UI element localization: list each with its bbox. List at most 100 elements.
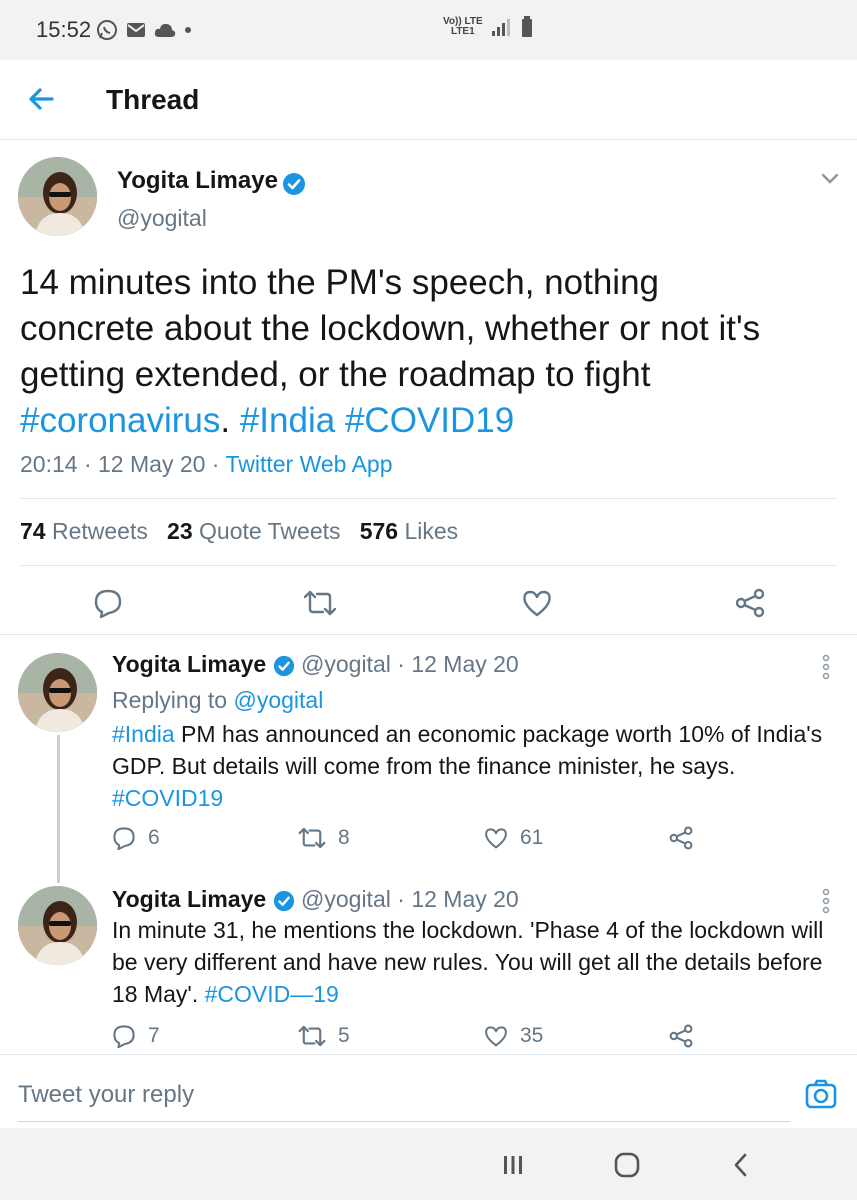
retweet-action[interactable]: 8 (298, 826, 350, 850)
quotes-count: 23 (167, 518, 193, 544)
reply-actions: 7 5 35 (112, 1024, 712, 1054)
like-action[interactable]: 61 (484, 826, 543, 850)
author-name[interactable]: Yogita Limaye (112, 886, 266, 912)
reply-icon (113, 827, 135, 850)
home-icon[interactable] (614, 1152, 640, 1178)
hashtag-link[interactable]: #India (240, 401, 335, 440)
hashtag-link[interactable]: #COVID—19 (205, 981, 339, 1007)
reply-tweet[interactable]: Yogita Limaye @yogital · 12 May 20 In mi… (0, 876, 857, 1054)
tweet-stats: 74 Retweets 23 Quote Tweets 576 Likes (20, 518, 458, 545)
verified-badge-icon (273, 655, 294, 677)
like-count: 35 (520, 1024, 544, 1047)
reply-header: Yogita Limaye @yogital · 12 May 20 (112, 651, 519, 677)
tweet-date: 12 May 20 (98, 451, 206, 477)
thread-header: Thread (0, 60, 857, 140)
tweet-text-separator: . (220, 401, 240, 440)
network-label-2: LTE1 (450, 26, 475, 37)
share-action[interactable] (669, 1024, 693, 1048)
whatsapp-icon (97, 20, 117, 40)
heart-icon (485, 1026, 507, 1047)
chevron-down-icon[interactable] (820, 172, 840, 186)
retweet-icon (298, 827, 326, 849)
back-nav-icon[interactable] (732, 1152, 750, 1178)
hashtag-link[interactable]: #coronavirus (20, 401, 220, 440)
camera-icon[interactable] (804, 1077, 838, 1111)
replying-to-label: Replying to (112, 687, 228, 713)
retweet-count: 5 (338, 1024, 350, 1047)
cloud-icon (154, 23, 176, 37)
main-tweet-author-row: Yogita Limaye (117, 167, 306, 196)
status-time: 15:52 (36, 17, 92, 42)
tweet-meta: 20:14 · 12 May 20 · Twitter Web App (20, 451, 393, 477)
author-handle[interactable]: @yogital (301, 651, 391, 677)
like-count: 61 (520, 826, 544, 849)
likes-label: Likes (404, 518, 459, 544)
share-icon (669, 826, 693, 850)
replying-to: Replying to @yogital (112, 684, 832, 716)
dot-icon (185, 27, 191, 33)
mention-link[interactable]: @yogital (233, 687, 323, 713)
hashtag-link[interactable]: #COVID19 (112, 785, 223, 811)
like-action[interactable]: 35 (484, 1024, 543, 1048)
reply-text: #India PM has announced an economic pack… (112, 718, 832, 814)
divider (20, 498, 837, 499)
page-title: Thread (106, 84, 200, 115)
reply-action[interactable]: 6 (112, 826, 160, 850)
heart-icon (485, 828, 507, 849)
reply-header: Yogita Limaye @yogital · 12 May 20 (112, 886, 519, 912)
tweet-date: 12 May 20 (411, 651, 519, 677)
retweet-icon[interactable] (303, 590, 337, 616)
tweet-text-body: 14 minutes into the PM's speech, nothing… (20, 263, 761, 394)
author-name[interactable]: Yogita Limaye (112, 651, 266, 677)
heart-icon[interactable] (522, 589, 552, 617)
avatar[interactable] (18, 886, 97, 965)
system-nav-bar (0, 1128, 857, 1200)
tweet-time: 20:14 (20, 451, 78, 477)
input-underline (18, 1121, 790, 1122)
retweet-icon (298, 1025, 326, 1047)
author-handle[interactable]: @yogital (301, 886, 391, 912)
author-handle[interactable]: @yogital (117, 205, 207, 232)
share-action[interactable] (669, 826, 693, 850)
main-tweet-actions (0, 568, 857, 634)
quotes-stat[interactable]: 23 Quote Tweets (167, 518, 340, 544)
back-arrow-icon[interactable] (24, 82, 58, 116)
reply-input[interactable] (18, 1081, 718, 1109)
hashtag-link[interactable]: #COVID19 (345, 401, 514, 440)
avatar[interactable] (18, 653, 97, 732)
divider (0, 634, 857, 635)
reply-icon (113, 1025, 135, 1048)
retweets-stat[interactable]: 74 Retweets (20, 518, 148, 544)
likes-stat[interactable]: 576 Likes (360, 518, 458, 544)
status-notification-icons (96, 19, 192, 41)
verified-badge-icon (273, 890, 294, 912)
share-icon[interactable] (735, 588, 765, 618)
email-icon (127, 23, 145, 37)
reply-actions: 6 8 61 (112, 826, 712, 856)
reply-count: 6 (148, 826, 160, 849)
signal-icon (491, 19, 510, 36)
reply-tweet[interactable]: Yogita Limaye @yogital · 12 May 20 Reply… (0, 636, 857, 876)
hashtag-link[interactable]: #India (112, 721, 175, 747)
avatar[interactable] (18, 157, 97, 236)
share-icon (669, 1024, 693, 1048)
quotes-label: Quote Tweets (199, 518, 341, 544)
status-bar: 15:52 Vo)) LTE LTE1 (0, 0, 857, 60)
tweet-source-link[interactable]: Twitter Web App (225, 451, 392, 477)
divider (20, 565, 837, 566)
tweet-date: 12 May 20 (411, 886, 519, 912)
retweets-count: 74 (20, 518, 46, 544)
more-vertical-icon[interactable] (820, 654, 832, 680)
reply-composer (0, 1054, 857, 1128)
battery-icon (521, 16, 532, 37)
network-indicator: Vo)) LTE LTE1 (443, 17, 483, 37)
reply-icon[interactable] (93, 588, 123, 618)
more-vertical-icon[interactable] (820, 888, 832, 914)
verified-badge-icon (283, 172, 306, 195)
reply-text-body: PM has announced an economic package wor… (112, 721, 823, 779)
recent-apps-icon[interactable] (502, 1154, 524, 1176)
reply-action[interactable]: 7 (112, 1024, 160, 1048)
reply-text: In minute 31, he mentions the lockdown. … (112, 914, 832, 1010)
author-name[interactable]: Yogita Limaye (117, 167, 278, 194)
retweet-action[interactable]: 5 (298, 1024, 350, 1048)
